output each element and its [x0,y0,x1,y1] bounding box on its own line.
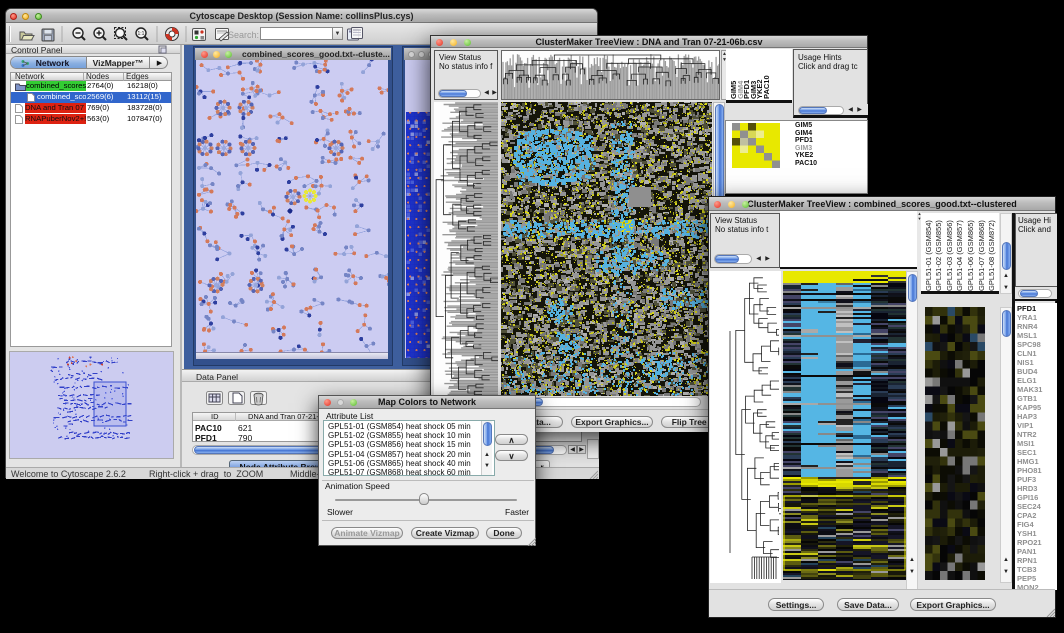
svg-text:1:1: 1:1 [138,31,145,37]
svg-text:Search:: Search: [228,30,259,40]
